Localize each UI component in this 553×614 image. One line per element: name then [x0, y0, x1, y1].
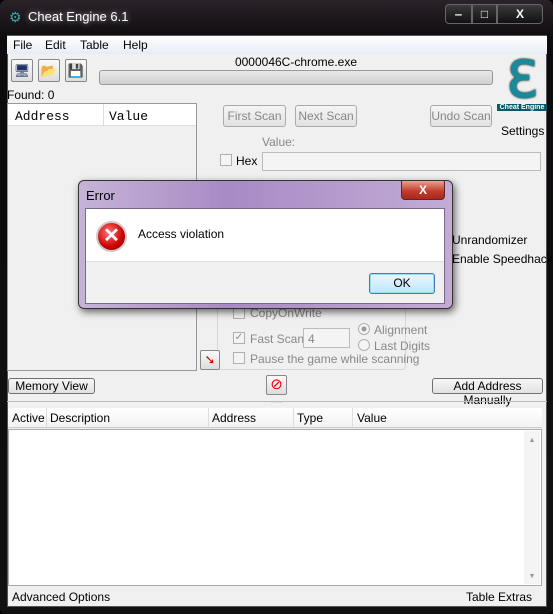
fastscan-label: Fast Scan — [250, 332, 305, 346]
splitter-handle[interactable]: ······· — [7, 401, 547, 406]
scan-progress-bar — [99, 70, 493, 85]
dialog-message: Access violation — [138, 227, 225, 241]
cheat-engine-app-icon: ⚙ — [9, 9, 22, 25]
value-input[interactable] — [262, 152, 541, 171]
open-file-icon[interactable]: 📂 — [38, 59, 60, 82]
lastdigits-radio[interactable] — [358, 339, 370, 351]
cheat-engine-logo[interactable]: ℇ Cheat Engine — [497, 54, 547, 114]
col-address[interactable]: Address — [15, 109, 70, 124]
menu-edit[interactable]: Edit — [45, 38, 66, 52]
vertical-scrollbar[interactable]: ▲ ▼ — [524, 431, 540, 584]
close-button[interactable]: X — [497, 4, 543, 24]
maximize-button[interactable]: □ — [472, 4, 497, 24]
next-scan-button[interactable]: Next Scan — [295, 105, 357, 127]
settings-label[interactable]: Settings — [501, 124, 544, 138]
pause-checkbox[interactable] — [233, 352, 245, 364]
menu-help[interactable]: Help — [123, 38, 148, 52]
address-table-header: Active Description Address Type Value — [8, 408, 542, 428]
col-active[interactable]: Active — [12, 411, 45, 425]
memory-view-button[interactable]: Memory View — [8, 378, 95, 394]
ok-button[interactable]: OK — [369, 273, 435, 294]
table-extras[interactable]: Table Extras — [466, 590, 532, 604]
process-name: 0000046C-chrome.exe — [234, 55, 358, 69]
error-dialog: Error X ✕ Access violation OK — [78, 180, 453, 309]
first-scan-button[interactable]: First Scan — [223, 105, 286, 127]
error-icon: ✕ — [96, 221, 127, 252]
alignment-radio[interactable] — [358, 323, 370, 335]
pause-label: Pause the game while scanning — [250, 352, 420, 366]
scroll-down-icon[interactable]: ▼ — [524, 573, 540, 580]
col-description[interactable]: Description — [50, 411, 110, 425]
add-address-manually-button[interactable]: Add Address Manually — [432, 378, 543, 407]
scroll-up-icon[interactable]: ▲ — [524, 437, 540, 444]
speedhack-label[interactable]: Enable Speedhack — [452, 252, 553, 266]
value-label: Value: — [262, 135, 296, 149]
menu-file[interactable]: File — [13, 38, 32, 52]
stop-icon[interactable]: ⊘ — [266, 375, 287, 395]
hex-checkbox[interactable] — [220, 154, 232, 166]
found-count: Found: 0 — [7, 88, 55, 102]
dialog-title: Error — [86, 188, 115, 203]
advanced-options[interactable]: Advanced Options — [12, 590, 110, 604]
open-process-icon[interactable]: 🖥 — [11, 59, 33, 82]
col-address[interactable]: Address — [212, 411, 256, 425]
lastdigits-label: Last Digits — [374, 339, 431, 353]
minimize-button[interactable]: ‒ — [445, 4, 472, 24]
col-value[interactable]: Value — [109, 109, 148, 124]
menu-table[interactable]: Table — [80, 38, 109, 52]
col-type[interactable]: Type — [297, 411, 323, 425]
unrandomizer-label[interactable]: Unrandomizer — [452, 233, 527, 247]
undo-scan-button[interactable]: Undo Scan — [430, 105, 492, 127]
address-table[interactable]: ▲ ▼ — [8, 429, 542, 586]
dialog-close-button[interactable]: X — [401, 181, 445, 200]
fastscan-checkbox[interactable]: ✓ — [233, 332, 245, 344]
col-value[interactable]: Value — [357, 411, 387, 425]
hex-label: Hex — [236, 154, 258, 168]
alignment-label: Alignment — [374, 323, 428, 337]
fastscan-input[interactable]: 4 — [303, 328, 350, 348]
window-title: Cheat Engine 6.1 — [28, 9, 129, 24]
menu-bar: File Edit Table Help — [7, 36, 547, 54]
save-icon[interactable]: 💾 — [65, 59, 87, 82]
add-to-list-arrow-icon[interactable]: ➘ — [200, 350, 220, 370]
